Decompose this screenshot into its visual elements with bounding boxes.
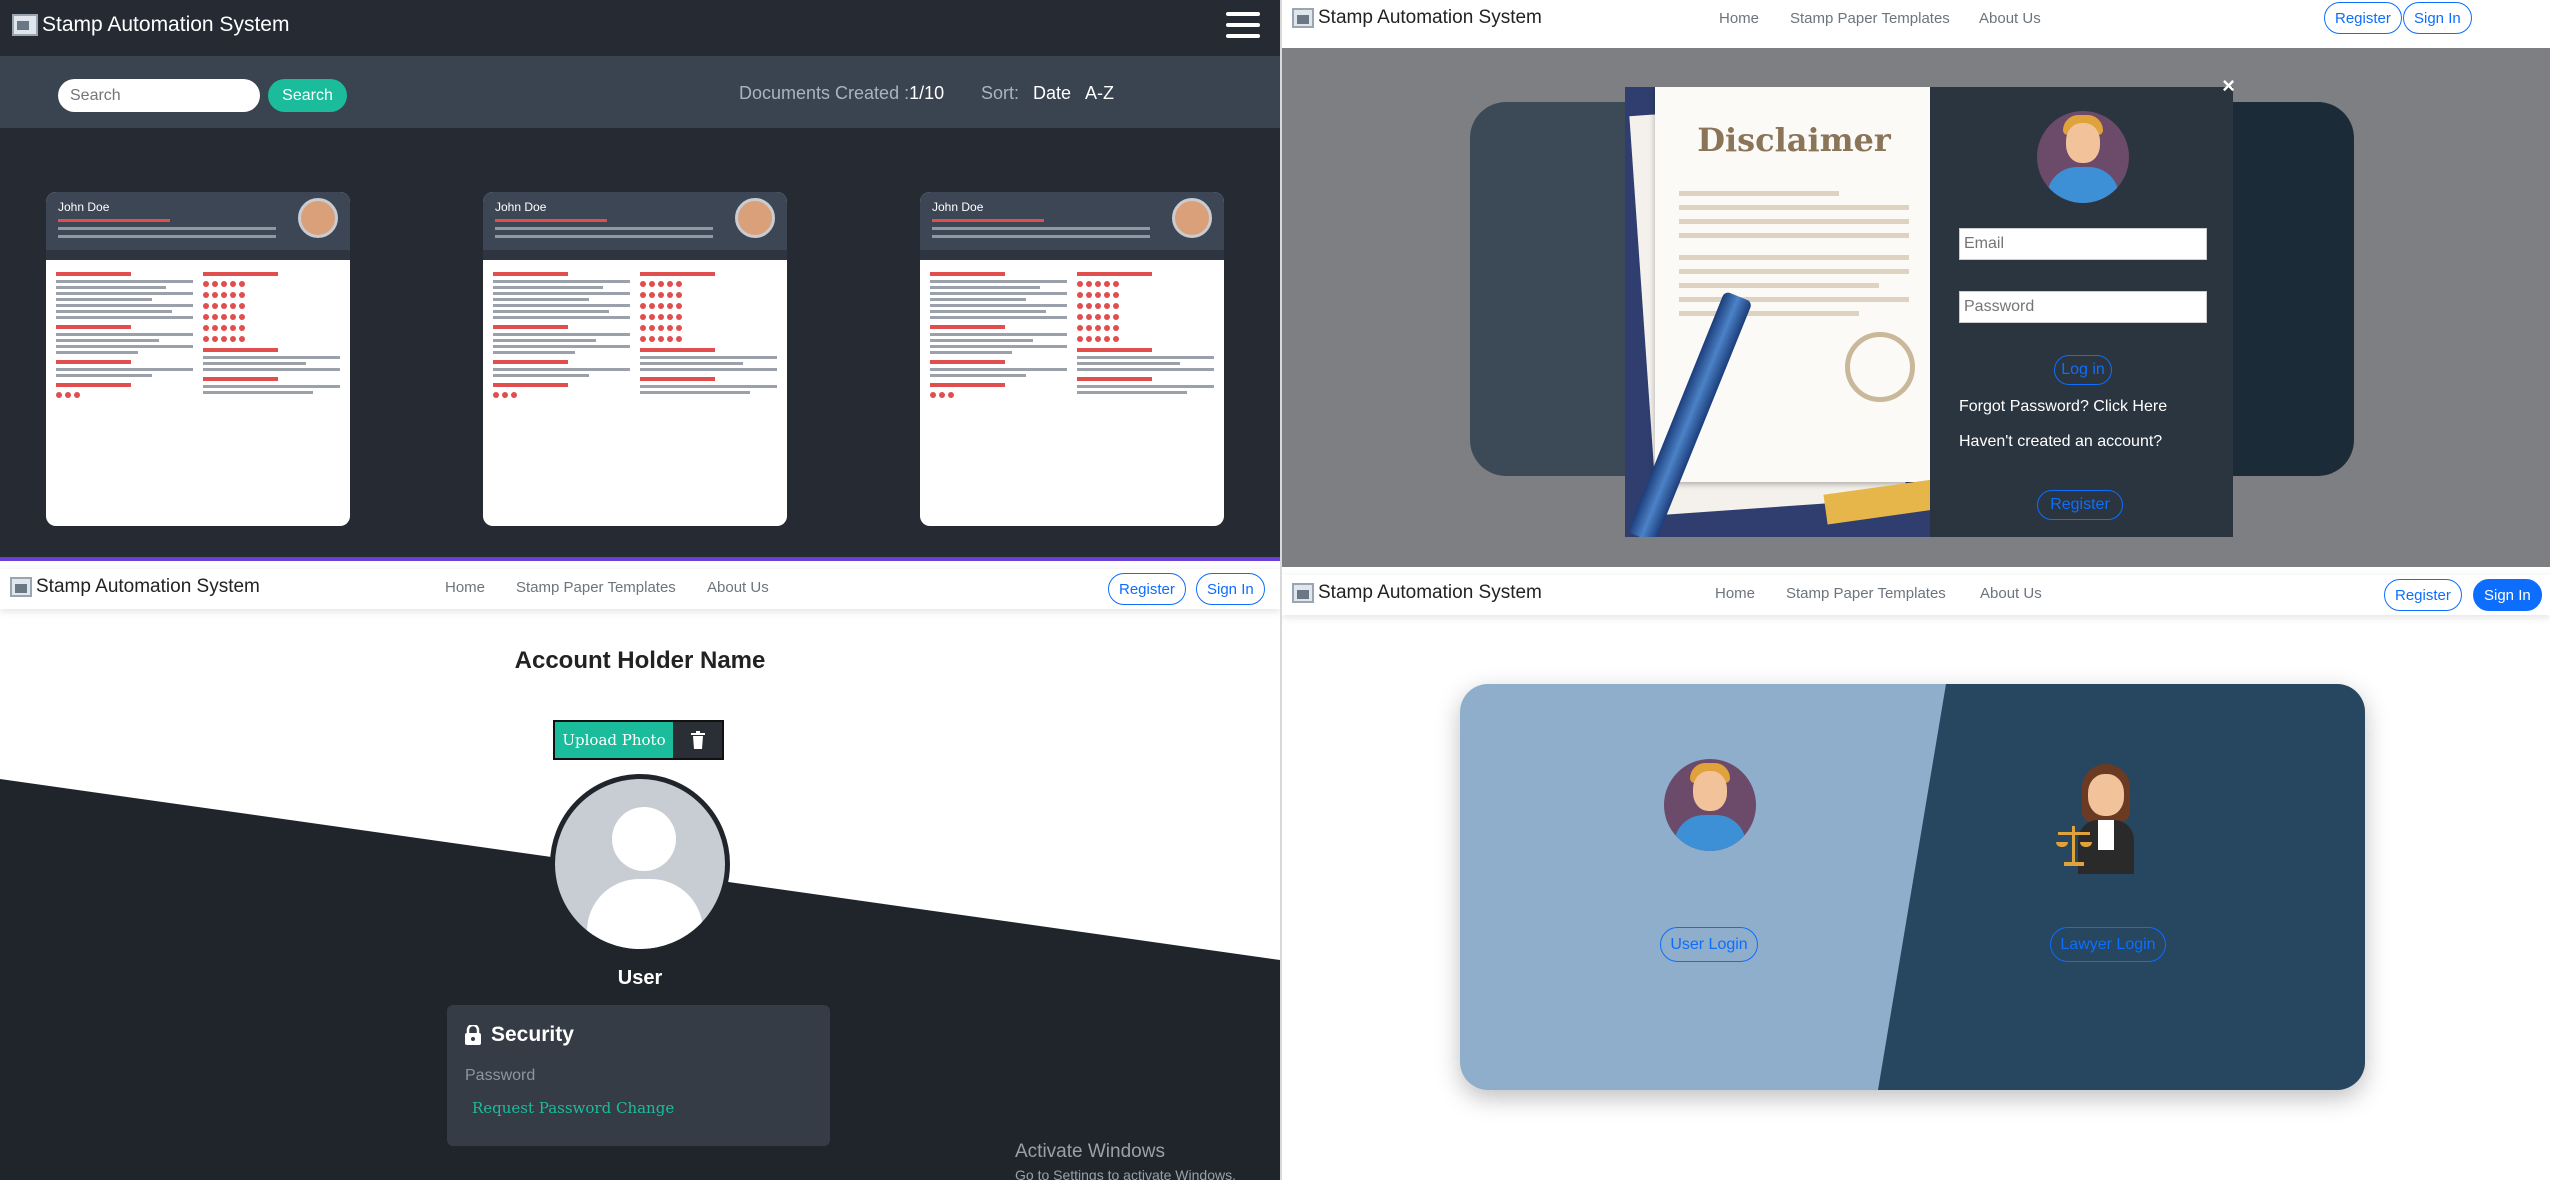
nav-home[interactable]: Home <box>1715 585 1755 602</box>
activate-windows-subtitle: Go to Settings to activate Windows. <box>1015 1167 1236 1180</box>
account-holder-name: Account Holder Name <box>514 647 766 674</box>
nav-about[interactable]: About Us <box>1980 585 2042 602</box>
resume-name: John Doe <box>58 200 110 214</box>
disclaimer-title: Disclaimer <box>1697 121 1891 159</box>
no-account-text: Haven't created an account? <box>1959 433 2163 450</box>
login-button[interactable]: Log in <box>2054 355 2112 385</box>
nav-templates[interactable]: Stamp Paper Templates <box>1790 10 1950 27</box>
brand-name: Stamp Automation System <box>42 13 290 36</box>
resume-name: John Doe <box>495 200 547 214</box>
login-modal: Disclaimer × Log in Forgot Password? Cli <box>1625 73 2235 537</box>
document-card[interactable]: John Doe <box>920 192 1224 526</box>
navbar: Stamp Automation System Home Stamp Paper… <box>1282 575 2550 615</box>
forgot-password: Forgot Password? Click Here <box>1959 398 2167 416</box>
register-button[interactable]: Register <box>1108 573 1186 605</box>
user-role-label: User <box>617 967 663 989</box>
user-login-button[interactable]: User Login <box>1660 927 1758 962</box>
search-input[interactable] <box>58 79 260 112</box>
sign-in-button[interactable]: Sign In <box>2403 2 2472 34</box>
security-heading: Security <box>465 1023 574 1047</box>
sort-label: Sort: <box>981 83 1020 103</box>
avatar <box>1172 198 1212 238</box>
password-label: Password <box>465 1067 536 1084</box>
security-card: Security Password Request Password Chang… <box>447 1005 830 1146</box>
documents-created: Documents Created :1/10 <box>739 83 944 104</box>
hamburger-icon[interactable] <box>1226 12 1260 38</box>
brand[interactable]: Stamp Automation System <box>1292 7 1542 29</box>
password-field[interactable] <box>1959 291 2207 323</box>
sort-az[interactable]: A-Z <box>1085 83 1114 104</box>
search-button[interactable]: Search <box>268 79 347 112</box>
brand[interactable]: Stamp Automation System <box>12 13 289 37</box>
resume-name: John Doe <box>932 200 984 214</box>
nav-about[interactable]: About Us <box>707 579 769 596</box>
lawyer-avatar <box>2056 764 2156 874</box>
documents-created-value: 1/10 <box>909 83 945 103</box>
login-form: × Log in Forgot Password? Click Here Hav… <box>1930 73 2235 537</box>
dashboard-panel: Stamp Automation System Search Documents… <box>0 0 1280 561</box>
document-card[interactable]: John Doe <box>46 192 350 526</box>
click-here-link[interactable]: Click Here <box>2093 398 2167 415</box>
profile-photo <box>550 774 730 954</box>
avatar <box>298 198 338 238</box>
nav-home[interactable]: Home <box>445 579 485 596</box>
seal-icon <box>1845 332 1915 402</box>
logo-icon <box>1292 583 1314 603</box>
disclaimer-illustration: Disclaimer <box>1625 87 1930 537</box>
brand[interactable]: Stamp Automation System <box>1292 582 1542 604</box>
security-title: Security <box>491 1023 574 1046</box>
scale-icon <box>2056 826 2092 866</box>
logo-icon <box>1292 8 1314 28</box>
documents-created-label: Documents Created : <box>739 83 910 103</box>
brand-name: Stamp Automation System <box>1318 7 1542 28</box>
top-bar: Stamp Automation System <box>0 0 1280 56</box>
avatar <box>735 198 775 238</box>
forgot-password-label: Forgot Password? <box>1959 398 2089 415</box>
email-field[interactable] <box>1959 228 2207 260</box>
login-choice-card: User Login Lawyer Login <box>1460 684 2365 1090</box>
logo-icon <box>12 14 38 36</box>
logo-icon <box>10 577 32 597</box>
profile-panel: Stamp Automation System Home Stamp Paper… <box>0 561 1280 1180</box>
toolbar: Search Documents Created :1/10 Sort: Dat… <box>0 56 1280 128</box>
lock-icon <box>465 1025 481 1045</box>
register-button[interactable]: Register <box>2384 579 2462 611</box>
brand-name: Stamp Automation System <box>36 576 260 597</box>
login-choice-panel: Stamp Automation System Home Stamp Paper… <box>1282 567 2550 1180</box>
brand-name: Stamp Automation System <box>1318 582 1542 603</box>
activate-windows-title: Activate Windows <box>1015 1141 1165 1162</box>
trash-icon <box>690 731 705 749</box>
delete-photo-button[interactable] <box>673 722 722 758</box>
brand[interactable]: Stamp Automation System <box>10 576 260 598</box>
sort-date[interactable]: Date <box>1033 83 1071 104</box>
close-icon[interactable]: × <box>2222 73 2235 99</box>
user-avatar <box>2037 111 2129 203</box>
nav-about[interactable]: About Us <box>1979 10 2041 27</box>
lawyer-login-button[interactable]: Lawyer Login <box>2050 927 2166 962</box>
sign-in-button[interactable]: Sign In <box>1196 573 1265 605</box>
login-modal-panel: Stamp Automation System Home Stamp Paper… <box>1282 0 2550 567</box>
document-card[interactable]: John Doe <box>483 192 787 526</box>
nav-home[interactable]: Home <box>1719 10 1759 27</box>
request-password-change-link[interactable]: Request Password Change <box>472 1099 674 1117</box>
modal-register-button[interactable]: Register <box>2037 490 2123 520</box>
nav-templates[interactable]: Stamp Paper Templates <box>1786 585 1946 602</box>
photo-controls: Upload Photo <box>553 720 724 760</box>
upload-photo-button[interactable]: Upload Photo <box>555 722 673 758</box>
nav-templates[interactable]: Stamp Paper Templates <box>516 579 676 596</box>
navbar: Stamp Automation System Home Stamp Paper… <box>0 569 1280 609</box>
sign-in-button[interactable]: Sign In <box>2473 579 2542 611</box>
user-avatar <box>1664 759 1756 851</box>
sort-controls: Sort: Date A-Z <box>981 83 1114 104</box>
register-button[interactable]: Register <box>2324 2 2402 34</box>
navbar: Stamp Automation System Home Stamp Paper… <box>1282 0 2550 40</box>
